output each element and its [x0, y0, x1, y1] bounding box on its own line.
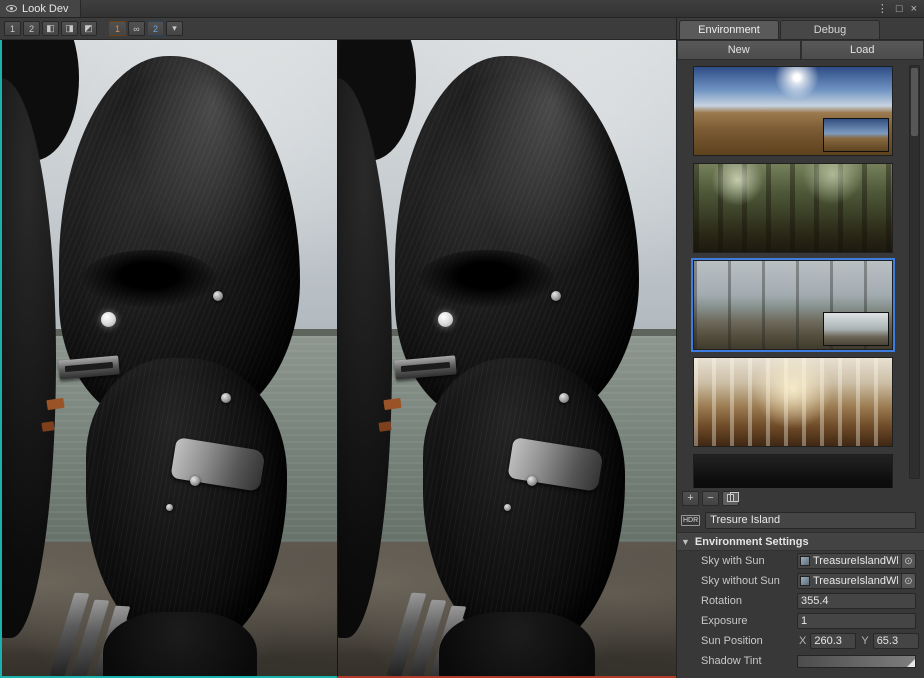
environment-list — [677, 60, 924, 488]
robot-shoulder — [338, 78, 392, 638]
environment-name-input[interactable] — [705, 512, 916, 529]
robot-neck — [103, 612, 257, 678]
environment-settings-header[interactable]: ▼ Environment Settings — [677, 532, 924, 551]
sun-y-input[interactable] — [873, 633, 919, 649]
copy-icon — [727, 494, 734, 502]
scrollbar[interactable] — [909, 65, 920, 479]
sky-with-sun-value: TreasureIslandWh — [813, 555, 898, 567]
hdr-badge-icon: HDR — [681, 515, 700, 526]
sun-x-label: X — [799, 635, 806, 647]
hdr-name-row: HDR — [677, 508, 924, 532]
env-actions: New Load — [677, 40, 924, 60]
exposure-input[interactable] — [797, 613, 916, 629]
robot-brow — [419, 250, 554, 307]
menu-icon[interactable]: ⋮ — [877, 0, 888, 18]
thumbnail-inset — [823, 118, 889, 152]
orange-accent — [378, 421, 391, 431]
panel-tabs: Environment Debug — [677, 18, 924, 40]
shadow-tint-color-swatch[interactable] — [797, 655, 916, 668]
robot-neck — [439, 612, 594, 678]
sky-without-sun-label: Sky without Sun — [701, 575, 797, 587]
split-diagonal-icon[interactable]: ◩ — [80, 21, 97, 36]
link-views-icon[interactable]: ∞ — [128, 21, 145, 36]
lookdev-eye-icon — [6, 5, 17, 12]
load-button[interactable]: Load — [801, 40, 924, 60]
settings-header-label: Environment Settings — [695, 536, 809, 548]
orange-accent — [383, 398, 401, 410]
split-vertical-icon[interactable]: ◧ — [42, 21, 59, 36]
viewport-2[interactable] — [338, 40, 676, 678]
rivet — [527, 476, 537, 486]
titlebar: Look Dev ⋮ □ × — [0, 0, 924, 18]
window-tab[interactable]: Look Dev — [0, 0, 81, 17]
viewport-area — [0, 40, 676, 678]
sky-with-sun-object-field[interactable]: TreasureIslandWh ⊙ — [797, 553, 916, 569]
orange-accent — [42, 421, 55, 431]
scrollbar-thumb[interactable] — [911, 68, 918, 136]
sun-x-input[interactable] — [810, 633, 856, 649]
sky-without-sun-value: TreasureIslandWh — [813, 575, 898, 587]
env-list-tools: + − — [677, 488, 924, 508]
sun-position-label: Sun Position — [701, 635, 797, 647]
sky-without-sun-row: Sky without Sun TreasureIslandWh ⊙ — [677, 571, 924, 591]
view-dropdown-icon[interactable]: ▾ — [166, 21, 183, 36]
new-button[interactable]: New — [677, 40, 801, 60]
robot-head — [2, 40, 337, 676]
tab-environment[interactable]: Environment — [679, 20, 779, 39]
view-single-1-button[interactable]: 1 — [4, 21, 21, 36]
robot-shoulder — [0, 78, 56, 638]
env-thumbnail-forest[interactable] — [693, 163, 893, 253]
env-thumbnail-treasure-island[interactable] — [693, 260, 893, 350]
sky-without-sun-object-field[interactable]: TreasureIslandWh ⊙ — [797, 573, 916, 589]
sky-with-sun-row: Sky with Sun TreasureIslandWh ⊙ — [677, 551, 924, 571]
lookdev-toolbar: 1 2 ◧ ◨ ◩ 1 ∞ 2 ▾ — [0, 18, 676, 40]
environment-panel: Environment Debug New Load — [676, 18, 924, 678]
rivet — [504, 504, 511, 511]
close-icon[interactable]: × — [911, 0, 917, 18]
render-scene-2 — [338, 40, 676, 676]
rotation-label: Rotation — [701, 595, 797, 607]
lookdev-window: Look Dev ⋮ □ × 1 2 ◧ ◨ ◩ 1 ∞ 2 ▾ — [0, 0, 924, 678]
rotation-row: Rotation — [677, 591, 924, 611]
object-picker-icon[interactable]: ⊙ — [901, 554, 915, 568]
orange-accent — [47, 398, 65, 410]
robot-eye — [438, 312, 453, 327]
env-thumbnail-dark[interactable] — [693, 454, 893, 488]
cubemap-thumbnail-icon — [800, 576, 810, 586]
tab-debug[interactable]: Debug — [780, 20, 880, 39]
compare-view-1-button[interactable]: 1 — [109, 21, 126, 36]
exposure-label: Exposure — [701, 615, 797, 627]
cubemap-thumbnail-icon — [800, 556, 810, 566]
shadow-tint-label: Shadow Tint — [701, 655, 797, 667]
window-controls: ⋮ □ × — [877, 0, 924, 17]
env-thumbnail-desert-sun[interactable] — [693, 66, 893, 156]
object-picker-icon[interactable]: ⊙ — [901, 574, 915, 588]
rotation-input[interactable] — [797, 593, 916, 609]
add-environment-button[interactable]: + — [682, 491, 699, 506]
duplicate-environment-button[interactable] — [722, 491, 739, 506]
sun-position-row: Sun Position X Y ☀ — [677, 631, 924, 651]
maximize-icon[interactable]: □ — [896, 0, 903, 18]
robot-head — [338, 40, 676, 676]
rivet — [190, 476, 200, 486]
thumbnail-inset — [823, 312, 889, 346]
sun-y-label: Y — [861, 635, 868, 647]
shadow-tint-row: Shadow Tint — [677, 651, 924, 671]
sky-with-sun-label: Sky with Sun — [701, 555, 797, 567]
compare-view-2-button[interactable]: 2 — [147, 21, 164, 36]
robot-brow — [82, 250, 216, 307]
exposure-row: Exposure — [677, 611, 924, 631]
view-single-2-button[interactable]: 2 — [23, 21, 40, 36]
viewport-1[interactable] — [0, 40, 338, 678]
render-scene-1 — [2, 40, 337, 676]
window-title: Look Dev — [22, 3, 68, 15]
foldout-arrow-icon[interactable]: ▼ — [681, 537, 690, 547]
remove-environment-button[interactable]: − — [702, 491, 719, 506]
env-thumbnail-church-interior[interactable] — [693, 357, 893, 447]
robot-eye — [101, 312, 116, 327]
split-horizontal-icon[interactable]: ◨ — [61, 21, 78, 36]
